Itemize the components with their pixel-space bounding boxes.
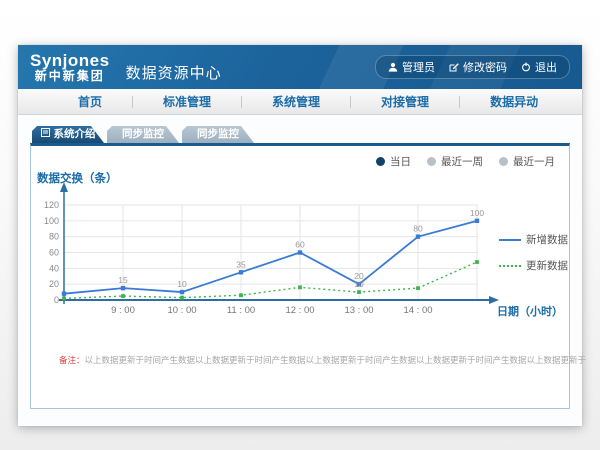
change-password-button[interactable]: 修改密码 [449,59,507,75]
logout-label: 退出 [535,59,557,75]
note-text: 以上数据更新于时间产生数据以上数据更新于时间产生数据以上数据更新于时间产生数据以… [85,355,587,365]
dotted-line-icon [499,265,521,267]
svg-text:15: 15 [118,275,128,285]
svg-text:80: 80 [49,232,59,242]
company-logo: Synjones 新中新集团 [30,52,110,82]
radio-dot-icon [427,157,436,166]
edit-icon [449,62,459,72]
tab-sync-monitor-2[interactable]: 同步监控 [182,126,254,143]
svg-text:9 : 00: 9 : 00 [111,305,135,316]
nav-item-home[interactable]: 首页 [48,93,132,110]
document-icon [41,126,50,143]
svg-text:11 : 00: 11 : 00 [227,305,255,316]
svg-text:10: 10 [177,279,187,289]
legend-label: 更新数据 [526,258,568,273]
chart-panel: 当日 最近一周 最近一月 数据交换（条） 0204060801001209 : … [30,143,570,409]
tab-sync-monitor-1[interactable]: 同步监控 [107,126,179,143]
radio-last-week[interactable]: 最近一周 [427,154,483,169]
nav-item-interface-mgmt[interactable]: 对接管理 [351,93,459,110]
change-password-label: 修改密码 [463,59,507,75]
current-user-label: 管理员 [402,59,435,75]
radio-label: 当日 [390,154,411,169]
tab-bar: 系统介绍 同步监控 同步监控 [32,126,254,143]
content-area: 系统介绍 同步监控 同步监控 当日 最近一周 [18,115,582,425]
svg-text:35: 35 [236,259,246,269]
svg-text:10: 10 [354,279,364,289]
radio-last-month[interactable]: 最近一月 [499,154,555,169]
nav-item-system-mgmt[interactable]: 系统管理 [242,93,350,110]
svg-text:80: 80 [413,224,423,234]
svg-text:100: 100 [470,208,484,218]
note-prefix: 备注： [59,355,85,365]
time-range-filter: 当日 最近一周 最近一月 [376,154,555,169]
svg-text:10 : 00: 10 : 00 [167,305,196,316]
logo-secondary-text: 新中新集团 [30,70,110,83]
svg-text:14 : 00: 14 : 00 [403,305,432,316]
solid-line-icon [499,239,521,241]
legend-item-updated-data[interactable]: 更新数据 [499,258,568,273]
tab-label: 同步监控 [197,126,239,143]
svg-text:120: 120 [44,200,59,210]
legend-label: 新增数据 [526,232,568,247]
svg-text:日期（小时）: 日期（小时） [497,304,563,318]
footer-note: 备注：以上数据更新于时间产生数据以上数据更新于时间产生数据以上数据更新于时间产生… [59,354,586,366]
nav-item-standard-mgmt[interactable]: 标准管理 [133,93,241,110]
power-icon [521,62,531,72]
svg-text:60: 60 [49,248,59,258]
user-toolbar: 管理员 修改密码 退出 [375,55,570,79]
data-exchange-line-chart: 0 20 40 60 80 100 120 9 : 00 10 : 00 11 : 00 12 : … [39,178,569,328]
radio-today[interactable]: 当日 [376,154,411,169]
radio-label: 最近一周 [441,154,483,169]
svg-text:0: 0 [54,295,59,305]
svg-text:40: 40 [49,263,59,273]
radio-label: 最近一月 [513,154,555,169]
user-icon [388,62,398,72]
logout-button[interactable]: 退出 [521,59,557,75]
radio-dot-icon [499,157,508,166]
current-user-button[interactable]: 管理员 [388,59,435,75]
tab-system-intro[interactable]: 系统介绍 [32,126,104,143]
radio-dot-icon [376,157,385,166]
main-nav: 首页 标准管理 系统管理 对接管理 数据异动 [18,89,582,115]
legend-item-new-data[interactable]: 新增数据 [499,232,568,247]
tab-label: 系统介绍 [54,126,96,143]
page-title: 数据资源中心 [126,62,222,83]
svg-text:20: 20 [49,279,59,289]
svg-text:13 : 00: 13 : 00 [344,305,373,316]
tab-label: 同步监控 [122,126,164,143]
page-container: Synjones 新中新集团 数据资源中心 管理员 修改密码 [18,45,582,426]
svg-text:100: 100 [44,216,59,226]
header-bar: Synjones 新中新集团 数据资源中心 管理员 修改密码 [18,45,582,89]
logo-primary-text: Synjones [30,52,110,70]
svg-text:60: 60 [295,240,305,250]
svg-text:12 : 00: 12 : 00 [285,305,314,316]
nav-item-data-change[interactable]: 数据异动 [460,93,568,110]
chart-legend: 新增数据 更新数据 [499,232,568,273]
